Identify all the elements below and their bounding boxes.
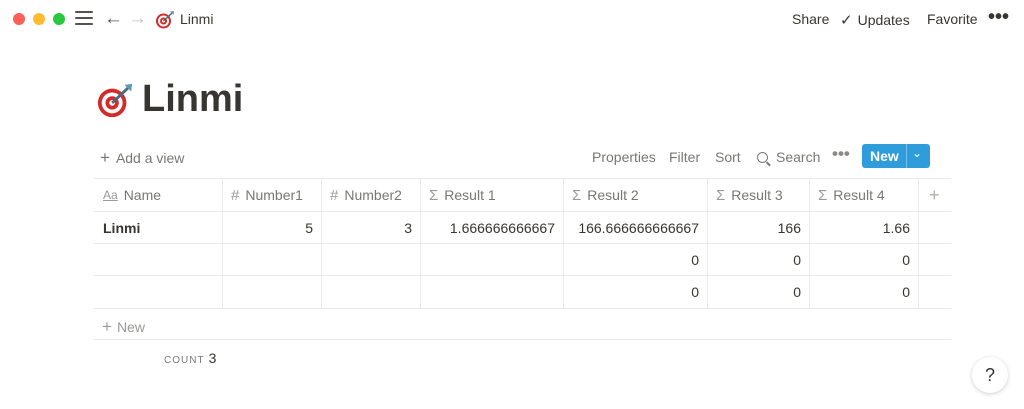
more-options-icon[interactable]: ••• (988, 6, 1009, 29)
table-cell[interactable]: 1.666666666667 (420, 212, 563, 244)
search-icon (757, 152, 768, 163)
column-header-result3[interactable]: Σ Result 3 (716, 179, 808, 211)
table-cell[interactable] (321, 244, 420, 276)
updates-label: Updates (857, 12, 910, 28)
table-cell-name[interactable] (94, 276, 222, 308)
formula-property-icon: Σ (818, 186, 828, 204)
check-icon: ✓ (840, 12, 853, 29)
new-button[interactable]: New ⌄ (862, 144, 930, 168)
breadcrumb[interactable]: Linmi (180, 11, 213, 27)
favorite-button[interactable]: Favorite (927, 11, 978, 27)
table-cell[interactable]: 0 (563, 244, 707, 276)
forward-arrow-icon[interactable]: → (128, 8, 147, 30)
column-header-number2[interactable]: # Number2 (330, 179, 419, 211)
table-cell[interactable]: 5 (222, 212, 321, 244)
new-row-label: New (116, 319, 145, 335)
formula-property-icon: Σ (429, 186, 439, 204)
top-bar: ← → Linmi Share ✓ Updates Favorite ••• (0, 0, 1024, 38)
table-cell[interactable] (420, 276, 563, 308)
column-header-result2[interactable]: Σ Result 2 (572, 179, 706, 211)
plus-icon: + (102, 317, 112, 336)
filter-button[interactable]: Filter (669, 149, 700, 165)
column-header-number1[interactable]: # Number1 (231, 179, 320, 211)
chevron-down-icon[interactable]: ⌄ (912, 146, 922, 160)
help-button[interactable]: ? (972, 357, 1008, 393)
table-cell[interactable]: 1.66 (809, 212, 918, 244)
add-view-label: Add a view (115, 150, 185, 166)
row-count[interactable]: COUNT 3 (164, 350, 216, 366)
plus-icon: + (100, 148, 110, 167)
column-header-name[interactable]: Aa Name (103, 179, 221, 211)
table-cell[interactable]: 166.666666666667 (563, 212, 707, 244)
share-button[interactable]: Share (792, 11, 829, 27)
window-close-button[interactable] (13, 13, 25, 25)
updates-button[interactable]: ✓ Updates (840, 11, 910, 29)
number-property-icon: # (330, 186, 339, 204)
table-cell[interactable]: 0 (707, 276, 809, 308)
column-header-result1[interactable]: Σ Result 1 (429, 179, 562, 211)
table-cell[interactable] (420, 244, 563, 276)
table-cell[interactable]: 0 (809, 276, 918, 308)
sidebar-toggle-icon[interactable] (75, 11, 93, 27)
formula-property-icon: Σ (572, 186, 582, 204)
add-column-plus-icon[interactable]: + (929, 185, 940, 206)
window-zoom-button[interactable] (53, 13, 65, 25)
table-cell[interactable]: 166 (707, 212, 809, 244)
view-more-icon[interactable]: ••• (832, 144, 850, 164)
new-button-label: New (870, 148, 899, 164)
table-cell[interactable]: 0 (707, 244, 809, 276)
table-cell[interactable]: 3 (321, 212, 420, 244)
dart-target-icon (156, 11, 174, 29)
table-cell[interactable]: 0 (563, 276, 707, 308)
back-arrow-icon[interactable]: ← (104, 8, 123, 30)
sort-button[interactable]: Sort (715, 149, 741, 165)
table-cell-name[interactable]: Linmi (94, 212, 222, 244)
page-title[interactable]: Linmi (142, 78, 243, 121)
column-header-result4[interactable]: Σ Result 4 (818, 179, 917, 211)
number-property-icon: # (231, 186, 240, 204)
add-view-button[interactable]: + Add a view (100, 148, 184, 168)
search-button[interactable]: Search (757, 149, 820, 165)
window-minimize-button[interactable] (33, 13, 45, 25)
new-row-button[interactable]: + New (102, 317, 145, 337)
table-cell[interactable] (222, 276, 321, 308)
text-property-icon: Aa (103, 188, 118, 202)
table-cell[interactable]: 0 (809, 244, 918, 276)
count-value: 3 (208, 350, 217, 366)
count-label: COUNT (164, 355, 205, 366)
table-cell[interactable] (222, 244, 321, 276)
dart-target-icon[interactable] (96, 82, 134, 120)
properties-button[interactable]: Properties (592, 149, 656, 165)
table-cell[interactable] (321, 276, 420, 308)
search-label: Search (776, 149, 821, 165)
table-cell-name[interactable] (94, 244, 222, 276)
formula-property-icon: Σ (716, 186, 726, 204)
